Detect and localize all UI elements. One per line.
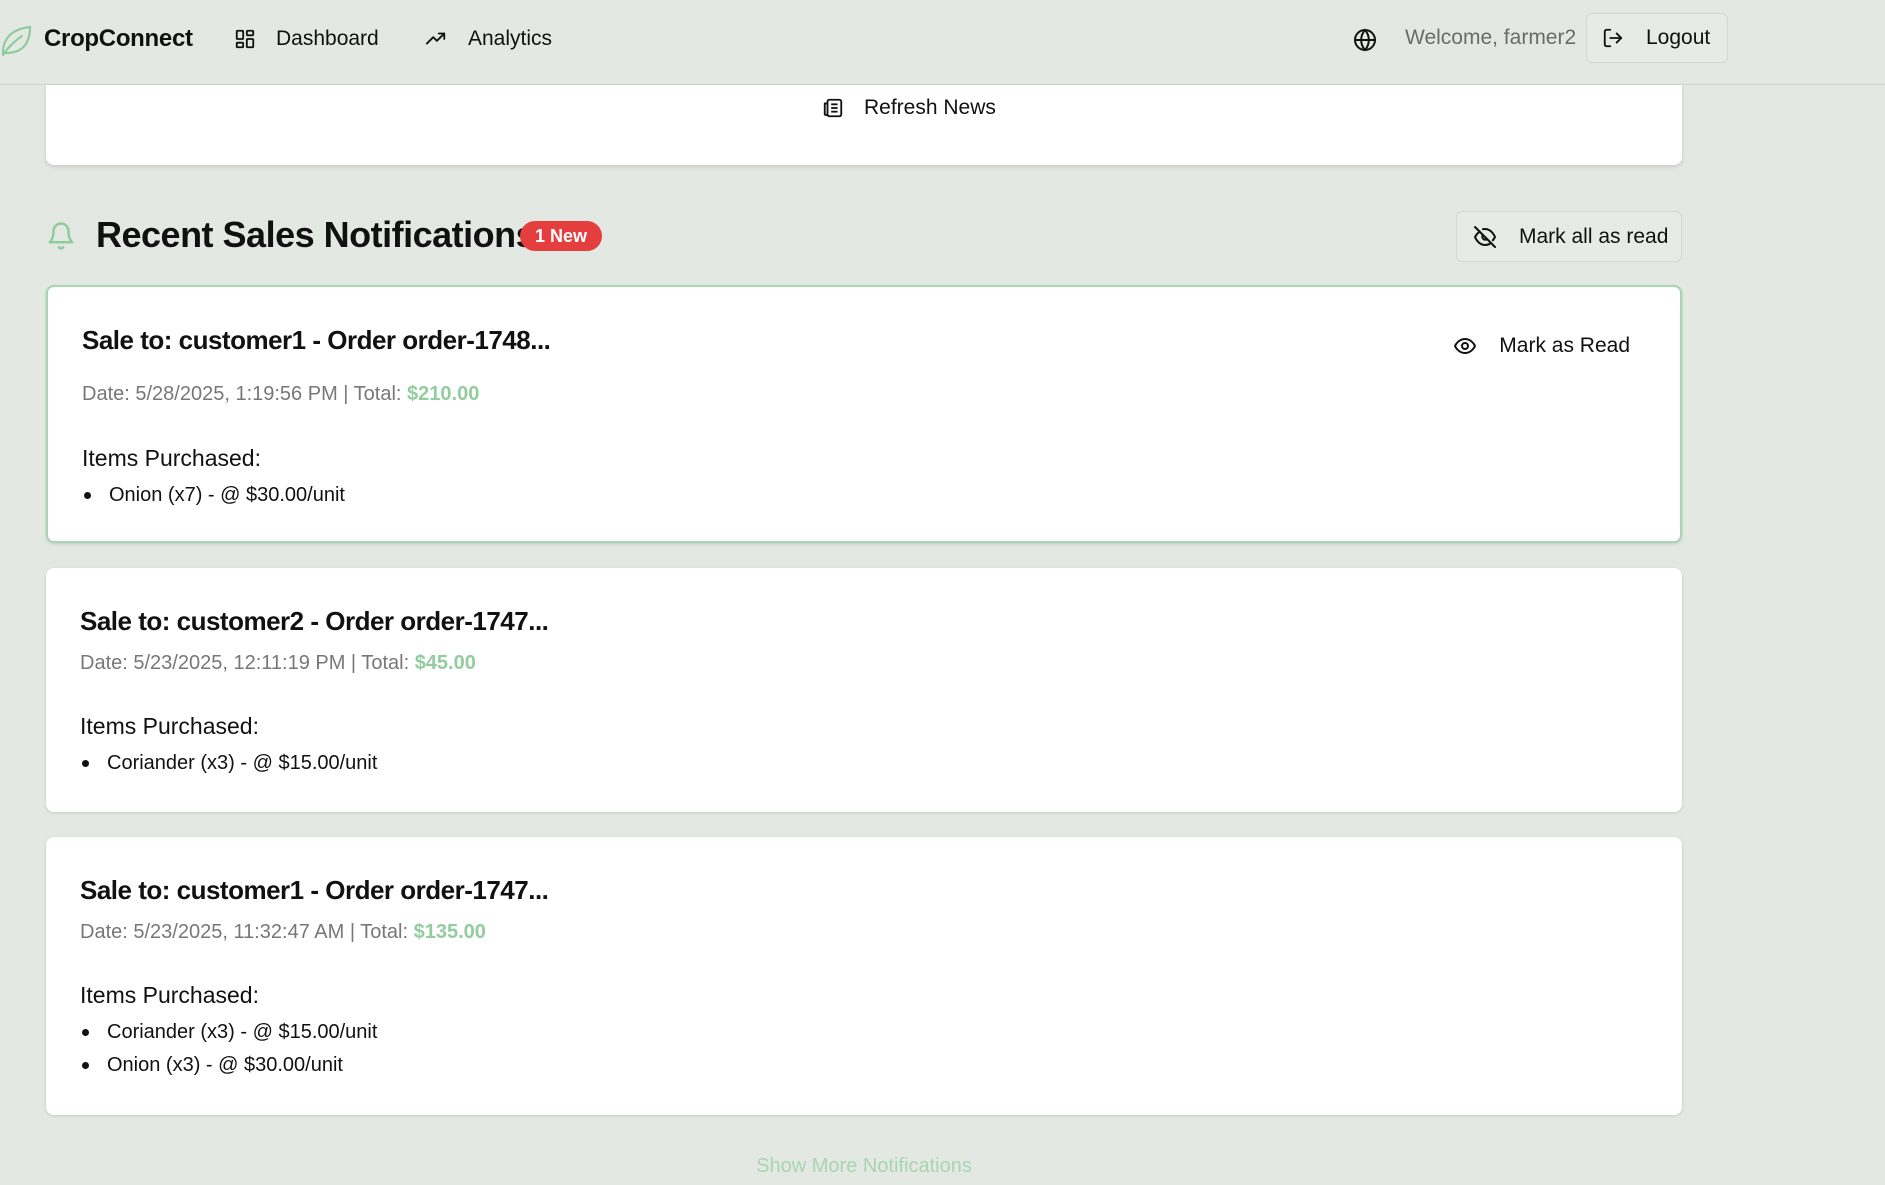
- list-item: Coriander (x3) - @ $15.00/unit: [80, 751, 377, 784]
- notification-card: Sale to: customer1 - Order order-1747...…: [46, 837, 1682, 1115]
- dashboard-grid-icon: [234, 28, 276, 50]
- notification-total: $135.00: [413, 921, 486, 943]
- welcome-text: Welcome, farmer2: [1405, 26, 1577, 49]
- items-list: Coriander (x3) - @ $15.00/unit Onion (x3…: [80, 1020, 377, 1086]
- notification-meta: Date: 5/28/2025, 1:19:56 PM | Total: $21…: [82, 383, 479, 406]
- refresh-news-label: Refresh News: [864, 96, 996, 119]
- notification-date: Date: 5/28/2025, 1:19:56 PM | Total:: [82, 383, 408, 405]
- logout-button[interactable]: Logout: [1586, 13, 1728, 63]
- nav-dashboard-label: Dashboard: [276, 27, 379, 50]
- notification-title: Sale to: customer1 - Order order-1747...: [80, 875, 549, 905]
- items-purchased-label: Items Purchased:: [80, 982, 259, 1008]
- show-more-notifications-link[interactable]: Show More Notifications: [0, 1155, 1728, 1178]
- eye-off-icon: [1457, 225, 1519, 249]
- eye-icon: [1453, 334, 1499, 358]
- notification-meta: Date: 5/23/2025, 11:32:47 AM | Total: $1…: [80, 921, 486, 944]
- list-item: Coriander (x3) - @ $15.00/unit: [80, 1020, 377, 1053]
- news-card: Refresh News: [46, 85, 1682, 165]
- notification-title: Sale to: customer2 - Order order-1747...: [80, 606, 549, 636]
- notification-card: Sale to: customer1 - Order order-1748...…: [46, 285, 1682, 543]
- refresh-news-button[interactable]: Refresh News: [822, 93, 996, 123]
- app-name: CropConnect: [44, 25, 193, 52]
- items-list: Coriander (x3) - @ $15.00/unit: [80, 751, 377, 784]
- nav-analytics-label: Analytics: [468, 27, 553, 50]
- notification-date: Date: 5/23/2025, 12:11:19 PM | Total:: [80, 652, 415, 674]
- new-count-badge: 1 New: [520, 221, 603, 251]
- items-purchased-label: Items Purchased:: [80, 713, 259, 739]
- notification-meta: Date: 5/23/2025, 12:11:19 PM | Total: $4…: [80, 652, 476, 675]
- top-navbar: CropConnect Dashboard Analytics Welcome,…: [0, 0, 1885, 85]
- nav-dashboard-link[interactable]: Dashboard: [234, 20, 379, 58]
- nav-analytics-link[interactable]: Analytics: [424, 20, 552, 58]
- mark-as-read-button[interactable]: Mark as Read: [1453, 331, 1630, 361]
- bell-icon: [46, 220, 76, 252]
- notifications-header: Recent Sales Notifications 1 New Mark al…: [46, 210, 1682, 262]
- trending-up-icon: [424, 28, 468, 50]
- notification-total: $45.00: [414, 652, 476, 674]
- notification-total: $210.00: [407, 383, 480, 405]
- logout-icon: [1587, 27, 1646, 49]
- newspaper-icon: [822, 97, 864, 119]
- notification-date: Date: 5/23/2025, 11:32:47 AM | Total:: [80, 921, 414, 943]
- logout-label: Logout: [1646, 26, 1711, 49]
- mark-as-read-label: Mark as Read: [1499, 334, 1630, 357]
- notifications-title: Recent Sales Notifications: [96, 214, 536, 255]
- notification-title: Sale to: customer1 - Order order-1748...: [82, 325, 551, 355]
- mark-all-read-button[interactable]: Mark all as read: [1456, 211, 1682, 262]
- brand[interactable]: CropConnect: [0, 20, 193, 58]
- notification-card: Sale to: customer2 - Order order-1747...…: [46, 568, 1682, 812]
- globe-icon[interactable]: [1353, 28, 1377, 52]
- items-purchased-label: Items Purchased:: [82, 445, 261, 471]
- mark-all-read-label: Mark all as read: [1519, 224, 1669, 248]
- list-item: Onion (x7) - @ $30.00/unit: [82, 483, 345, 516]
- leaf-logo-icon: [0, 20, 32, 58]
- list-item: Onion (x3) - @ $30.00/unit: [80, 1053, 377, 1086]
- items-list: Onion (x7) - @ $30.00/unit: [82, 483, 345, 516]
